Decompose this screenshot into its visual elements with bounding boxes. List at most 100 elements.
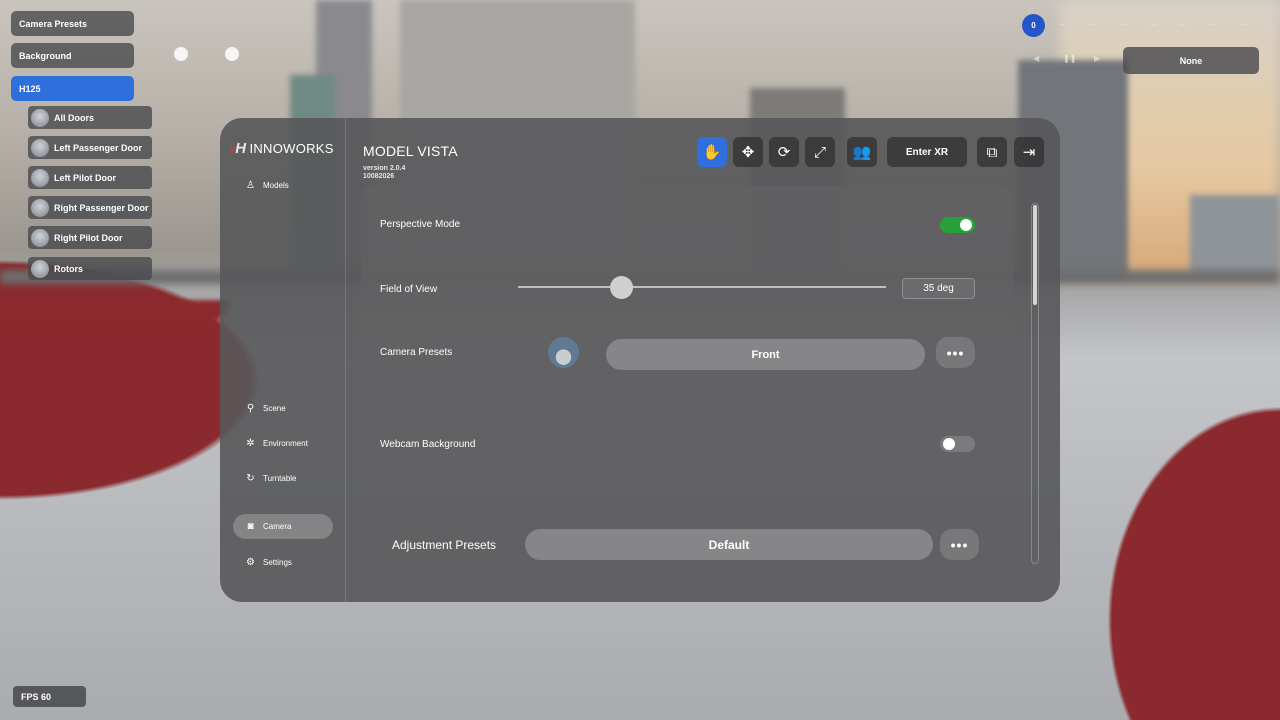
brand-logo: ⸗H INNOWORKS — [230, 140, 334, 157]
tree-item-label: Left Passenger Door — [54, 142, 143, 153]
app-title: MODEL VISTA — [363, 143, 458, 159]
scrollbar[interactable] — [1031, 203, 1039, 564]
exit-button[interactable]: ⇥ — [1014, 137, 1044, 167]
turntable-icon: ↻ — [246, 473, 255, 484]
field-of-view-label: Field of View — [380, 284, 438, 295]
rotate-icon: ⟳ — [777, 144, 791, 161]
part-thumbnail-icon — [31, 228, 49, 247]
tree-item-label: Rotors — [54, 263, 83, 274]
toggle-knob — [943, 438, 955, 450]
fov-slider-track[interactable] — [518, 286, 886, 288]
sidebar-item-label: Camera — [263, 522, 292, 531]
content-area: MODEL VISTA version 2.0.4 10082026 ✋ ✥ ⟳… — [347, 118, 1060, 602]
sidebar-item-label: Environment — [263, 439, 308, 448]
selection-dropdown[interactable]: None — [1123, 47, 1259, 74]
pan-hand-button[interactable]: ✋ — [697, 137, 727, 167]
scene-hotspot[interactable] — [225, 47, 239, 61]
part-thumbnail-icon — [31, 108, 49, 127]
timeline-tick: — — [1090, 22, 1096, 28]
count-badge[interactable]: 0 — [1022, 14, 1045, 37]
tree-item-label: Right Passenger Door — [54, 202, 149, 213]
hand-icon: ✋ — [702, 144, 722, 161]
part-thumbnail-icon — [31, 259, 49, 278]
adjustment-presets-label: Adjustment Presets — [392, 538, 497, 552]
perspective-mode-label: Perspective Mode — [380, 219, 461, 230]
tree-item-rotors[interactable]: Rotors — [28, 257, 152, 280]
tree-item-label: Left Pilot Door — [54, 172, 116, 183]
expand-icon: ⤢ — [813, 143, 826, 161]
fps-counter: FPS 60 — [13, 686, 86, 707]
sidebar-item-label: Scene — [263, 404, 286, 413]
camera-presets-label: Camera Presets — [380, 347, 453, 358]
background-building — [1190, 195, 1280, 275]
model-h125-button[interactable]: H125 — [11, 76, 134, 101]
sidebar-item-label: Settings — [263, 558, 292, 567]
adjustment-preset-dropdown[interactable]: Default — [525, 529, 933, 560]
scene-icon: ⚲ — [246, 403, 255, 414]
rotate-button[interactable]: ⟳ — [769, 137, 799, 167]
pause-icon[interactable]: ❚❚ — [1063, 54, 1076, 63]
window-button[interactable]: ⧉ — [977, 137, 1007, 167]
perspective-mode-toggle[interactable] — [940, 217, 975, 233]
main-panel: ⸗H INNOWORKS ♙ Models ⚲ Scene ✲ Environm… — [220, 118, 1060, 602]
part-thumbnail-icon — [31, 198, 49, 217]
camera-preset-dropdown[interactable]: Front — [606, 339, 925, 370]
preset-thumbnail — [548, 337, 579, 368]
fov-slider-handle[interactable] — [609, 276, 633, 299]
camera-icon: ◙ — [247, 521, 254, 532]
sidebar-item-label: Turntable — [263, 474, 297, 483]
timeline-tick: — — [1120, 22, 1126, 28]
version-label: version 2.0.4 — [363, 165, 406, 172]
gear-icon: ⚙ — [246, 557, 255, 568]
brand-name: INNOWORKS — [249, 141, 334, 156]
sidebar-item-environment[interactable]: ✲ Environment — [233, 431, 333, 456]
exit-icon: ⇥ — [1022, 144, 1036, 161]
timeline-tick: — — [1060, 22, 1066, 28]
users-icon: 👥 — [852, 144, 872, 161]
camera-presets-button[interactable]: Camera Presets — [11, 11, 134, 36]
adjustment-presets-more-button[interactable]: ••• — [940, 529, 979, 560]
sidebar: ⸗H INNOWORKS ♙ Models ⚲ Scene ✲ Environm… — [220, 118, 346, 602]
tree-item-label: All Doors — [54, 112, 95, 123]
models-icon: ♙ — [246, 180, 255, 191]
toggle-knob — [960, 219, 972, 231]
tree-item-left-pilot-door[interactable]: Left Pilot Door — [28, 166, 152, 189]
background-ground-marking — [0, 300, 230, 322]
scrollbar-thumb[interactable] — [1033, 205, 1037, 305]
part-thumbnail-icon — [31, 138, 49, 157]
logo-mark-icon: ⸗H — [230, 140, 247, 157]
tree-item-label: Right Pilot Door — [54, 232, 123, 243]
previous-icon[interactable]: ◀ — [1033, 54, 1039, 63]
collaboration-button[interactable]: 👥 — [847, 137, 877, 167]
sidebar-item-scene[interactable]: ⚲ Scene — [233, 396, 333, 421]
camera-presets-more-button[interactable]: ••• — [936, 337, 975, 368]
scene-hotspot[interactable] — [174, 47, 188, 61]
scale-button[interactable]: ⤢ — [805, 137, 835, 167]
enter-xr-button[interactable]: Enter XR — [887, 137, 967, 167]
copy-window-icon: ⧉ — [986, 143, 998, 161]
tree-item-right-passenger-door[interactable]: Right Passenger Door — [28, 196, 152, 219]
background-button[interactable]: Background — [11, 43, 134, 68]
build-number: 10082026 — [363, 173, 395, 180]
tree-item-left-passenger-door[interactable]: Left Passenger Door — [28, 136, 152, 159]
fov-value-field[interactable]: 35 deg — [902, 278, 975, 299]
environment-icon: ✲ — [246, 438, 255, 449]
timeline-tick: — — [1150, 22, 1156, 28]
sidebar-item-camera[interactable]: ◙ Camera — [233, 514, 333, 539]
next-icon[interactable]: ▶ — [1094, 54, 1100, 63]
tree-item-right-pilot-door[interactable]: Right Pilot Door — [28, 226, 152, 249]
webcam-background-toggle[interactable] — [940, 436, 975, 452]
move-button[interactable]: ✥ — [733, 137, 763, 167]
version-info: version 2.0.4 10082026 — [363, 165, 405, 181]
timeline-tick: — — [1210, 22, 1216, 28]
sidebar-item-models[interactable]: ♙ Models — [233, 173, 333, 198]
sidebar-item-label: Models — [263, 181, 289, 190]
tree-item-all-doors[interactable]: All Doors — [28, 106, 152, 129]
timeline-tick: — — [1180, 22, 1186, 28]
move-icon: ✥ — [741, 144, 755, 161]
sidebar-item-settings[interactable]: ⚙ Settings — [233, 550, 333, 575]
webcam-background-label: Webcam Background — [380, 439, 476, 450]
sidebar-item-turntable[interactable]: ↻ Turntable — [233, 466, 333, 491]
timeline-tick: — — [1240, 22, 1246, 28]
background-sky — [1060, 0, 1280, 280]
